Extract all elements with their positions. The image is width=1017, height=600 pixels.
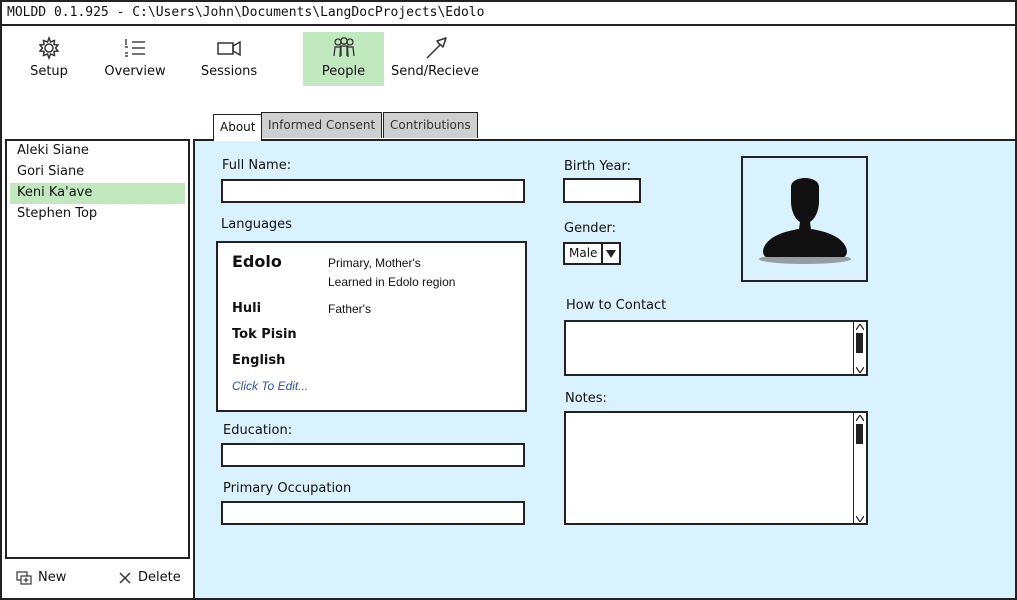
delete-person-label: Delete bbox=[138, 570, 181, 585]
education-label: Education: bbox=[223, 423, 293, 438]
title-bar: MOLDD 0.1.925 - C:\Users\John\Documents\… bbox=[2, 2, 1015, 26]
tab-contributions[interactable]: Contributions bbox=[383, 112, 478, 138]
toolbar-setup-label: Setup bbox=[30, 64, 68, 79]
gender-select[interactable]: Male bbox=[563, 242, 622, 265]
scroll-down-icon[interactable] bbox=[854, 514, 865, 523]
occupation-field[interactable] bbox=[221, 501, 525, 525]
people-list: Aleki Siane Gori Siane Keni Ka'ave Steph… bbox=[5, 139, 190, 559]
delete-person-button[interactable]: Delete bbox=[118, 570, 181, 585]
list-item[interactable]: Gori Siane bbox=[10, 162, 185, 183]
gender-label: Gender: bbox=[564, 221, 617, 236]
languages-edit-link[interactable]: Click To Edit... bbox=[232, 379, 308, 393]
video-camera-icon bbox=[216, 35, 242, 61]
tab-informed-consent[interactable]: Informed Consent bbox=[261, 112, 383, 138]
person-photo[interactable] bbox=[741, 156, 868, 282]
toolbar-send-receive-label: Send/Recieve bbox=[390, 64, 480, 79]
toolbar-people-button[interactable]: People bbox=[303, 32, 384, 86]
language-name: Huli bbox=[232, 301, 262, 316]
scroll-up-icon[interactable] bbox=[854, 322, 865, 331]
notes-scrollbar[interactable] bbox=[853, 413, 866, 523]
notes-field[interactable] bbox=[564, 411, 868, 525]
occupation-label: Primary Occupation bbox=[223, 481, 352, 496]
full-name-label: Full Name: bbox=[222, 158, 292, 173]
list-item[interactable]: Aleki Siane bbox=[10, 141, 185, 162]
full-name-field[interactable] bbox=[221, 179, 525, 203]
toolbar-overview-label: Overview bbox=[104, 64, 166, 79]
person-silhouette-icon bbox=[755, 167, 855, 271]
gender-select-value: Male bbox=[565, 244, 604, 263]
toolbar-sessions-label: Sessions bbox=[200, 64, 258, 79]
new-icon bbox=[16, 570, 32, 585]
app-window: MOLDD 0.1.925 - C:\Users\John\Documents\… bbox=[0, 0, 1017, 600]
gear-icon bbox=[36, 35, 62, 61]
birth-year-label: Birth Year: bbox=[564, 159, 632, 174]
scroll-thumb[interactable] bbox=[856, 424, 863, 444]
language-note: Learned in Edolo region bbox=[328, 275, 456, 289]
list-icon bbox=[122, 35, 148, 61]
chevron-down-icon[interactable] bbox=[603, 244, 619, 263]
education-field[interactable] bbox=[221, 443, 525, 467]
contact-scrollbar[interactable] bbox=[853, 322, 866, 374]
languages-label: Languages bbox=[221, 217, 292, 232]
language-note: Primary, Mother's bbox=[328, 256, 421, 270]
toolbar-overview-button[interactable]: Overview bbox=[103, 32, 167, 86]
language-name: Edolo bbox=[232, 252, 282, 271]
toolbar-send-receive-button[interactable]: Send/Recieve bbox=[391, 32, 479, 86]
language-name: English bbox=[232, 353, 286, 368]
toolbar-people-label: People bbox=[321, 64, 366, 79]
scroll-up-icon[interactable] bbox=[854, 413, 865, 422]
how-to-contact-label: How to Contact bbox=[566, 298, 667, 313]
scroll-down-icon[interactable] bbox=[854, 365, 865, 374]
close-icon bbox=[118, 571, 132, 585]
toolbar-sessions-button[interactable]: Sessions bbox=[198, 32, 260, 86]
scroll-thumb[interactable] bbox=[856, 333, 863, 353]
how-to-contact-field[interactable] bbox=[564, 320, 868, 376]
tab-about[interactable]: About bbox=[213, 114, 263, 141]
toolbar-setup-button[interactable]: Setup bbox=[26, 32, 72, 86]
notes-label: Notes: bbox=[565, 391, 607, 406]
list-item-selected[interactable]: Keni Ka'ave bbox=[10, 183, 185, 204]
people-icon bbox=[331, 35, 357, 61]
language-name: Tok Pisin bbox=[232, 327, 297, 342]
languages-box[interactable]: Edolo Primary, Mother's Learned in Edolo… bbox=[216, 241, 527, 412]
send-arrow-icon bbox=[422, 35, 448, 61]
new-person-label: New bbox=[38, 570, 67, 585]
language-note: Father's bbox=[328, 302, 371, 316]
list-item[interactable]: Stephen Top bbox=[10, 204, 185, 225]
birth-year-field[interactable] bbox=[563, 178, 641, 203]
new-person-button[interactable]: New bbox=[16, 570, 66, 585]
